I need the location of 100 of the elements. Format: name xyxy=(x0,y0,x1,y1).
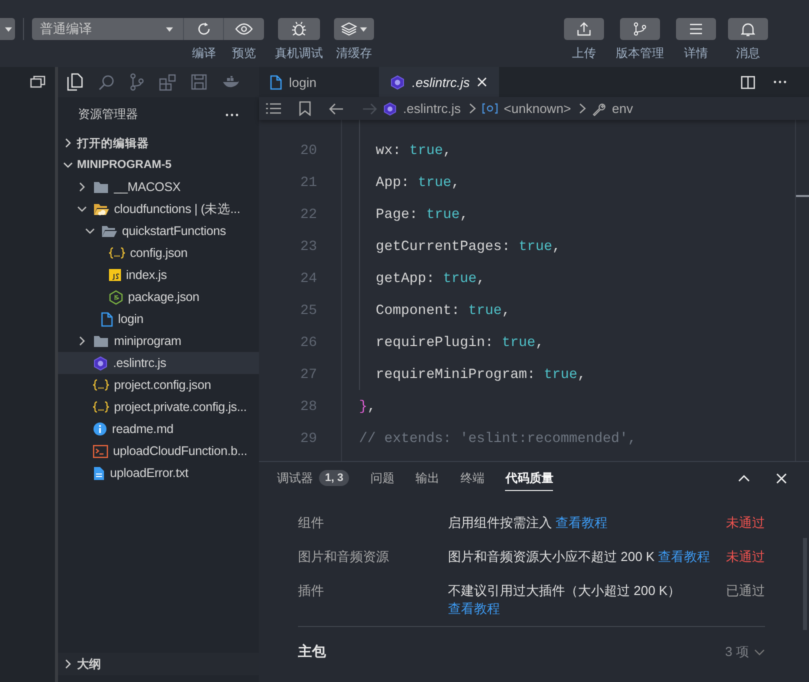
check-status: 未通过 xyxy=(726,548,765,566)
code-line: getApp: true, xyxy=(374,270,486,289)
count-badge: 1, 3 xyxy=(319,470,350,486)
hexagon-icon xyxy=(109,290,123,304)
code-line: // extends: 'eslint:recommended', xyxy=(359,430,638,449)
toolbar-label: 版本管理 xyxy=(616,46,664,60)
code-line: }, xyxy=(359,398,377,417)
tutorial-link[interactable]: 查看教程 xyxy=(658,549,710,564)
details-button[interactable] xyxy=(676,18,716,40)
toolbar-label: 消息 xyxy=(736,46,760,60)
breadcrumb[interactable]: <unknown> xyxy=(504,101,572,116)
line-number: 21 xyxy=(299,174,318,193)
whale-icon[interactable] xyxy=(222,76,240,88)
file-icon xyxy=(270,74,282,90)
panel-tab[interactable]: 输出 xyxy=(415,465,440,491)
line-number: 22 xyxy=(299,206,318,225)
tree-item[interactable]: project.config.json xyxy=(58,374,259,396)
dropdown-button[interactable] xyxy=(0,18,15,40)
hexagon-icon xyxy=(93,356,108,370)
group-count[interactable]: 3 项 xyxy=(725,643,765,661)
breadcrumb[interactable]: .eslintrc.js xyxy=(403,101,461,116)
js-file-icon xyxy=(109,269,121,281)
group-title: 主包 xyxy=(298,643,326,661)
braces-icon xyxy=(109,247,125,259)
branch-icon xyxy=(633,22,647,36)
close-icon[interactable] xyxy=(477,77,487,87)
search-icon[interactable] xyxy=(98,74,115,90)
panel-tab[interactable]: 终端 xyxy=(460,465,484,491)
tree-item[interactable]: project.private.config.js... xyxy=(58,396,259,418)
tutorial-link[interactable]: 查看教程 xyxy=(448,601,500,616)
editor-tab[interactable]: .eslintrc.js xyxy=(379,67,499,97)
panel-tab[interactable]: 问题 xyxy=(370,465,394,491)
check-item: 组件 xyxy=(298,514,325,532)
symbol-icon xyxy=(482,103,498,114)
tree-item[interactable]: package.json xyxy=(58,286,259,308)
save-icon[interactable] xyxy=(191,74,207,90)
tree-item[interactable]: __MACOSX xyxy=(58,176,259,198)
close-icon[interactable] xyxy=(776,472,787,484)
windows-icon[interactable] xyxy=(30,75,46,89)
panel-tab[interactable]: 代码质量 xyxy=(505,465,554,491)
line-number: 24 xyxy=(299,270,318,289)
braces-icon xyxy=(93,401,109,413)
preview-button[interactable] xyxy=(224,18,264,40)
info-icon xyxy=(93,422,107,436)
compile-mode-select[interactable]: 普通编译 xyxy=(32,18,184,40)
tree-item[interactable]: readme.md xyxy=(58,418,259,440)
code-line: Page: true, xyxy=(374,206,470,225)
bookmark-icon[interactable] xyxy=(299,101,311,116)
more-icon[interactable] xyxy=(773,80,787,84)
caret-icon xyxy=(5,26,12,32)
tree-item[interactable]: login xyxy=(58,308,259,330)
code-line: wx: true, xyxy=(374,142,452,161)
upload-button[interactable] xyxy=(564,18,604,40)
refresh-icon xyxy=(196,21,212,37)
outline-header[interactable]: 大纲 xyxy=(58,653,259,675)
tree-item[interactable]: miniprogram xyxy=(58,330,259,352)
upload-icon xyxy=(577,22,591,36)
branch-icon[interactable] xyxy=(130,73,144,91)
back-arrow-icon[interactable] xyxy=(329,102,344,114)
panel-tab[interactable]: 调试器 1, 3 xyxy=(277,465,350,491)
tree-item[interactable]: .eslintrc.js xyxy=(58,352,259,374)
notifications-button[interactable] xyxy=(728,18,768,40)
split-editor-icon[interactable] xyxy=(741,76,755,88)
check-description: 不建议引用过大插件（大小超过 200 K） 查看教程 xyxy=(448,582,682,618)
version-control-button[interactable] xyxy=(620,18,660,40)
section-header[interactable]: 打开的编辑器 xyxy=(58,132,259,154)
document-icon xyxy=(93,466,105,480)
tree-item[interactable]: config.json xyxy=(58,242,259,264)
eye-icon xyxy=(235,23,253,35)
chevron-up-icon[interactable] xyxy=(738,474,750,482)
tree-item[interactable]: cloudfunctions | (未选... xyxy=(58,198,259,220)
tutorial-link[interactable]: 查看教程 xyxy=(556,515,608,530)
check-item: 插件 xyxy=(298,582,325,600)
code-line: requireMiniProgram: true, xyxy=(374,366,587,385)
explorer-title: 资源管理器 xyxy=(78,106,138,123)
code-line: Component: true, xyxy=(374,302,512,321)
files-icon[interactable] xyxy=(67,73,83,91)
toolbar-label: 真机调试 xyxy=(275,46,323,60)
more-icon[interactable] xyxy=(225,112,239,116)
debug-button[interactable] xyxy=(278,18,320,40)
tree-item[interactable]: index.js xyxy=(58,264,259,286)
folder-cloud-icon xyxy=(93,202,109,216)
compile-button[interactable] xyxy=(184,18,224,40)
hexagon-icon xyxy=(390,74,405,90)
hexagon-icon xyxy=(383,102,397,116)
breadcrumb[interactable]: env xyxy=(612,101,633,116)
tree-item[interactable]: uploadCloudFunction.b... xyxy=(58,440,259,462)
check-description: 图片和音频资源大小应不超过 200 K 查看教程 xyxy=(448,548,712,566)
chevron-icon xyxy=(468,103,476,114)
extensions-icon[interactable] xyxy=(159,74,176,90)
tree-item[interactable]: uploadError.txt xyxy=(58,462,259,484)
section-header[interactable]: MINIPROGRAM-5 xyxy=(58,154,259,176)
line-number: 20 xyxy=(299,142,318,161)
clear-cache-button[interactable] xyxy=(334,18,374,40)
tree-item[interactable]: quickstartFunctions xyxy=(58,220,259,242)
code-line: getCurrentPages: true, xyxy=(374,238,562,257)
code-line: requirePlugin: true, xyxy=(374,334,545,353)
layers-icon xyxy=(341,22,357,36)
list-icon[interactable] xyxy=(266,103,281,114)
toolbar-label: 编译 xyxy=(192,46,216,60)
